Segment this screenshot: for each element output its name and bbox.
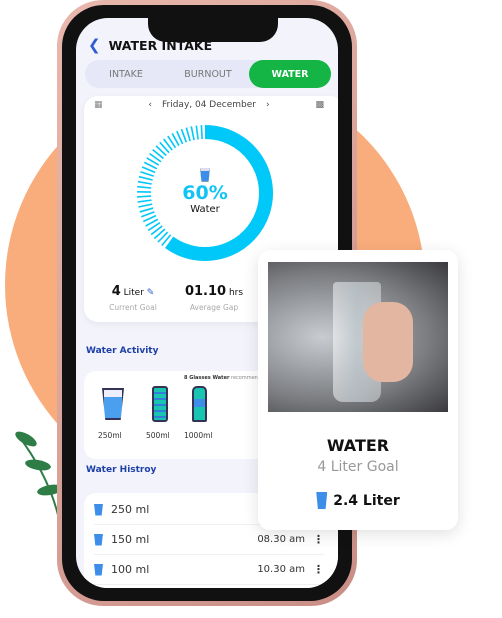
progress-tick-remaining xyxy=(195,125,199,140)
calendar-icon[interactable]: ▦ xyxy=(94,100,103,110)
progress-tick-remaining xyxy=(200,125,203,140)
back-chevron-icon[interactable]: ❮ xyxy=(88,36,101,54)
more-options-icon[interactable]: ⋮ xyxy=(313,533,324,546)
tab-intake[interactable]: INTAKE xyxy=(85,60,167,88)
progress-tick-remaining xyxy=(185,127,191,142)
progress-tick-remaining xyxy=(180,128,188,143)
stat-current-goal: 4 Liter ✎ Current Goal xyxy=(109,284,157,312)
glass-icon xyxy=(94,503,103,516)
bottle-icon[interactable] xyxy=(152,386,168,422)
glass-icon xyxy=(94,533,103,546)
chart-icon[interactable]: ▩ xyxy=(315,100,324,110)
water-history-title: Water Histroy xyxy=(86,465,157,475)
progress-tick-remaining xyxy=(190,126,195,141)
header: ❮ WATER INTAKE xyxy=(88,36,212,54)
tab-burnout[interactable]: BURNOUT xyxy=(167,60,249,88)
edit-pencil-icon[interactable]: ✎ xyxy=(147,288,155,298)
glass-icon xyxy=(200,168,210,182)
tab-water[interactable]: WATER xyxy=(249,60,331,88)
next-date-icon[interactable]: › xyxy=(266,100,270,110)
stat-average-gap: 01.10 hrs Average Gap xyxy=(184,284,244,312)
large-bottle-icon[interactable] xyxy=(192,386,207,422)
tab-bar: INTAKE BURNOUT WATER xyxy=(85,60,331,88)
activity-label: 250ml xyxy=(98,431,122,440)
progress-percent: 60% xyxy=(182,182,228,204)
glass-icon xyxy=(316,492,328,509)
card-goal: 4 Liter Goal xyxy=(317,459,399,475)
progress-label: Water xyxy=(190,204,220,215)
list-item[interactable]: 100 ml 10.30 am ⋮ xyxy=(94,555,324,585)
date-label: Friday, 04 December xyxy=(162,100,256,110)
activity-label: 1000ml xyxy=(184,431,213,440)
more-options-icon[interactable]: ⋮ xyxy=(313,563,324,576)
water-summary-card: WATER 4 Liter Goal 2.4 Liter xyxy=(258,250,458,530)
card-amount: 2.4 Liter xyxy=(333,492,400,509)
recommendation-note: 8 Glasses Water recommended xyxy=(184,375,268,381)
glass-icon[interactable] xyxy=(102,388,124,420)
glass-icon xyxy=(94,563,103,576)
card-title: WATER xyxy=(326,436,390,455)
hand-holding-glass-photo xyxy=(268,262,448,412)
page-title: WATER INTAKE xyxy=(108,37,213,53)
prev-date-icon[interactable]: ‹ xyxy=(148,100,152,110)
activity-label: 500ml xyxy=(146,431,170,440)
water-activity-title: Water Activity xyxy=(86,346,159,356)
